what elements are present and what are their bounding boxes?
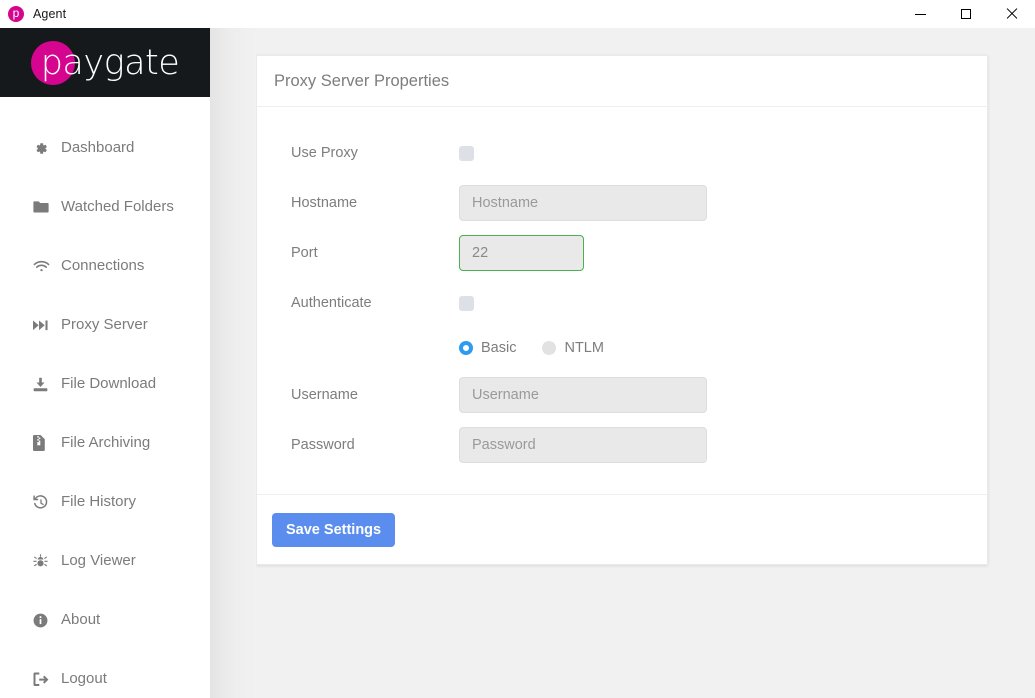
form-row-hostname: Hostname <box>257 183 987 223</box>
download-icon <box>33 375 53 393</box>
sidebar-item-log-viewer[interactable]: Log Viewer <box>0 548 210 574</box>
sidebar-item-file-archiving[interactable]: File Archiving <box>0 430 210 456</box>
sidebar-item-label: About <box>61 611 101 628</box>
hostname-label: Hostname <box>291 195 358 211</box>
form-row-port: Port <box>257 233 987 273</box>
username-input[interactable] <box>459 377 707 413</box>
sidebar-item-label: Proxy Server <box>61 316 148 333</box>
maximize-icon <box>961 9 971 19</box>
authenticate-checkbox[interactable] <box>459 295 474 311</box>
file-archive-icon <box>33 434 53 452</box>
paygate-logo-icon <box>8 4 24 22</box>
brand-logo: paygate <box>0 28 210 97</box>
minimize-button[interactable] <box>897 0 943 28</box>
auth-mode-radio-group: Basic NTLM <box>257 333 987 363</box>
sign-out-icon <box>33 670 53 688</box>
username-label: Username <box>291 387 358 403</box>
sidebar-item-file-history[interactable]: File History <box>0 489 210 515</box>
card-body: Use Proxy Hostname Port <box>257 107 987 494</box>
sidebar-item-connections[interactable]: Connections <box>0 253 210 279</box>
card-header: Proxy Server Properties <box>257 56 987 107</box>
sidebar-item-proxy-server[interactable]: Proxy Server <box>0 312 210 338</box>
port-input[interactable] <box>459 235 584 271</box>
sidebar-item-file-download[interactable]: File Download <box>0 371 210 397</box>
window-controls <box>897 0 1035 28</box>
content-area: Proxy Server Properties Use Proxy Hostna… <box>210 28 1035 698</box>
gear-icon <box>33 139 53 157</box>
password-input[interactable] <box>459 427 707 463</box>
hostname-field <box>459 185 707 221</box>
sidebar-item-watched-folders[interactable]: Watched Folders <box>0 194 210 220</box>
sidebar-item-label: File Download <box>61 375 157 392</box>
app-window: paygate Dashboard Watched Folders Connec… <box>0 28 1035 698</box>
logo-text: paygate <box>40 42 180 83</box>
folder-icon <box>33 198 53 216</box>
form-row-password: Password <box>257 425 987 465</box>
save-settings-button[interactable]: Save Settings <box>272 512 396 547</box>
sidebar: paygate Dashboard Watched Folders Connec… <box>0 28 210 698</box>
sidebar-item-label: Dashboard <box>61 139 135 156</box>
use-proxy-field <box>459 145 474 161</box>
hostname-input[interactable] <box>459 185 707 221</box>
minimize-icon <box>914 13 926 15</box>
authenticate-field <box>459 295 474 311</box>
sidebar-menu: Dashboard Watched Folders Connections Pr… <box>0 97 210 692</box>
close-icon <box>1006 8 1018 20</box>
form-row-authenticate: Authenticate <box>257 283 987 323</box>
auth-mode-option-basic[interactable]: Basic <box>459 340 516 356</box>
authenticate-label: Authenticate <box>291 295 372 311</box>
sidebar-edge-shadow <box>210 28 256 698</box>
wifi-icon <box>33 257 53 275</box>
password-label: Password <box>291 437 355 453</box>
auth-mode-option-ntlm[interactable]: NTLM <box>542 340 604 356</box>
radio-selected-icon <box>459 341 473 355</box>
proxy-settings-card: Proxy Server Properties Use Proxy Hostna… <box>256 55 988 565</box>
sidebar-item-label: Log Viewer <box>61 552 136 569</box>
use-proxy-label: Use Proxy <box>291 145 358 161</box>
form-row-use-proxy: Use Proxy <box>257 133 987 173</box>
sidebar-item-about[interactable]: About <box>0 607 210 633</box>
bug-icon <box>33 552 53 570</box>
close-button[interactable] <box>989 0 1035 28</box>
history-icon <box>33 493 53 511</box>
sidebar-item-label: Watched Folders <box>61 198 174 215</box>
use-proxy-checkbox[interactable] <box>459 145 474 161</box>
logo-mark: paygate <box>30 40 180 86</box>
form-row-username: Username <box>257 375 987 415</box>
username-field <box>459 377 707 413</box>
auth-mode-label: NTLM <box>564 340 604 356</box>
sidebar-item-label: Logout <box>61 670 107 687</box>
password-field <box>459 427 707 463</box>
page-title: Proxy Server Properties <box>274 71 450 90</box>
maximize-button[interactable] <box>943 0 989 28</box>
sidebar-item-label: File History <box>61 493 137 510</box>
auth-mode-label: Basic <box>481 340 517 356</box>
radio-unselected-icon <box>542 341 557 355</box>
sidebar-item-dashboard[interactable]: Dashboard <box>0 135 210 161</box>
port-field <box>459 235 584 271</box>
sidebar-item-logout[interactable]: Logout <box>0 666 210 692</box>
sidebar-item-label: File Archiving <box>61 434 151 451</box>
sidebar-item-label: Connections <box>61 257 145 274</box>
card-footer: Save Settings <box>257 494 987 564</box>
port-label: Port <box>291 245 318 261</box>
window-titlebar: Agent <box>0 0 1035 28</box>
info-circle-icon <box>33 611 53 629</box>
window-title: Agent <box>33 7 67 21</box>
step-forward-icon <box>33 316 53 334</box>
